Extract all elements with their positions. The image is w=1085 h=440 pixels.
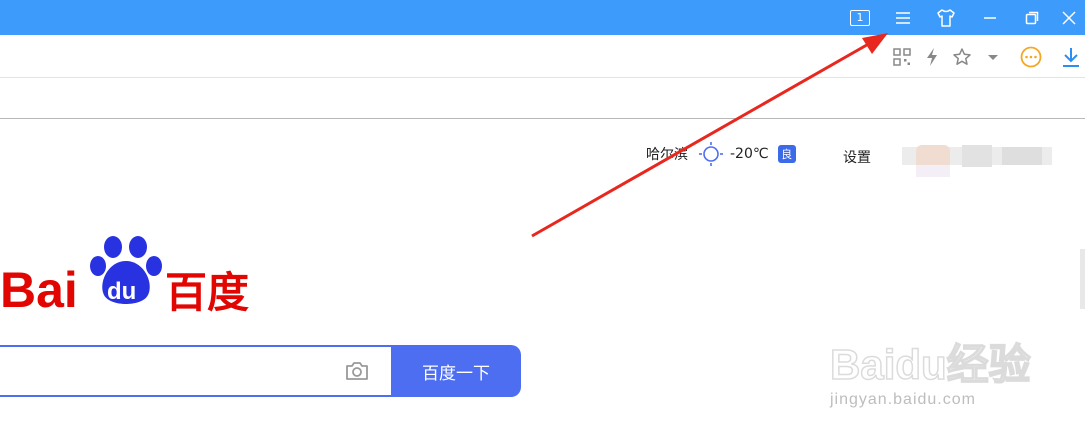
minimize-icon bbox=[984, 16, 996, 19]
lightning-icon bbox=[927, 47, 937, 66]
qr-code-icon bbox=[893, 47, 911, 66]
close-icon bbox=[1062, 10, 1076, 25]
favorite-button[interactable] bbox=[947, 35, 977, 78]
weather-widget[interactable]: 哈尔滨 -20℃ 良 bbox=[646, 142, 796, 166]
bookmark-bar bbox=[0, 78, 1085, 119]
sun-icon bbox=[699, 142, 723, 166]
more-button[interactable] bbox=[1016, 35, 1046, 78]
skin-button[interactable] bbox=[927, 0, 965, 35]
watermark-main-text: Baidu经验 bbox=[830, 341, 1031, 388]
scrollbar[interactable] bbox=[1080, 249, 1085, 309]
menu-icon bbox=[896, 11, 910, 24]
logo-text-bai: Bai bbox=[0, 262, 78, 315]
temperature-label: -20℃ bbox=[730, 146, 769, 162]
skin-icon bbox=[937, 8, 955, 27]
logo-text-du: du bbox=[107, 278, 136, 305]
city-label: 哈尔滨 bbox=[646, 146, 688, 162]
air-quality-badge: 良 bbox=[777, 145, 796, 163]
tab-count-badge: 1 bbox=[850, 9, 870, 26]
watermark-url: jingyan.baidu.com bbox=[830, 391, 976, 408]
tab-count-button[interactable]: 1 bbox=[841, 0, 879, 35]
camera-icon[interactable] bbox=[344, 359, 370, 383]
settings-link[interactable]: 设置 bbox=[843, 147, 871, 167]
restore-icon bbox=[1025, 11, 1039, 24]
browser-title-bar: 1 bbox=[0, 0, 1085, 35]
more-icon bbox=[1020, 46, 1042, 67]
search-input[interactable] bbox=[0, 347, 326, 393]
logo-text-cn: 百度 bbox=[165, 268, 249, 315]
search-box[interactable] bbox=[0, 345, 392, 397]
user-avatar-blurred[interactable] bbox=[902, 135, 1052, 179]
favorite-dropdown[interactable] bbox=[978, 35, 1008, 78]
minimize-button[interactable] bbox=[971, 0, 1009, 35]
page-content: 哈尔滨 -20℃ 良 设置 Bai du 百度 百度一下 Baidu经验 jin… bbox=[0, 119, 1085, 440]
search-button[interactable]: 百度一下 bbox=[391, 345, 521, 397]
menu-button[interactable] bbox=[884, 0, 922, 35]
accelerate-button[interactable] bbox=[917, 35, 947, 78]
browser-toolbar bbox=[0, 35, 1085, 78]
dropdown-icon bbox=[988, 54, 998, 60]
qr-code-button[interactable] bbox=[887, 35, 917, 78]
download-icon bbox=[1063, 47, 1079, 67]
star-icon bbox=[953, 47, 971, 65]
close-button[interactable] bbox=[1050, 0, 1085, 35]
download-button[interactable] bbox=[1056, 35, 1085, 78]
baidu-logo[interactable]: Bai du 百度 bbox=[0, 231, 260, 315]
restore-button[interactable] bbox=[1013, 0, 1051, 35]
